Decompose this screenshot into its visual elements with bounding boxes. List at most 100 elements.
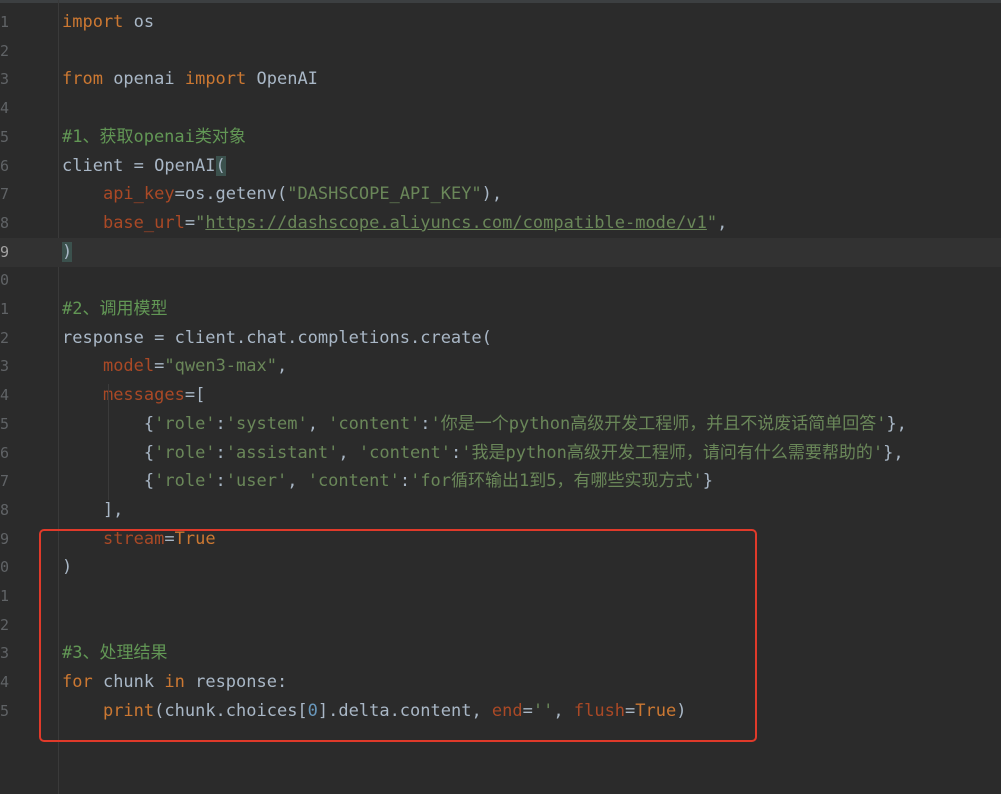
code-editor[interactable]: 1 import os 2 3 from openai import OpenAI 4 5 #… [0, 0, 1001, 794]
string-token: 'assistant' [225, 442, 339, 463]
line-number: 1 [0, 300, 10, 318]
code-token: }, [883, 442, 904, 463]
string-token: 'for循环输出1到5，有哪些实现方式' [410, 471, 703, 492]
code-line[interactable]: 9) [0, 237, 1001, 267]
line-number: 0 [0, 271, 10, 290]
code-token: , [287, 471, 308, 492]
line-number: 5 [0, 701, 10, 720]
line-code[interactable]: stream=True [62, 525, 216, 554]
string-token: '你是一个python高级开发工程师，并且不说废话简单回答' [430, 413, 887, 434]
code-token: (chunk.choices[ [154, 700, 308, 721]
string-token: 'content' [307, 471, 400, 492]
string-token: "DASHSCOPE_API_KEY" [287, 184, 482, 205]
line-number: 2 [0, 328, 10, 347]
code-line[interactable]: 2 [0, 37, 1001, 66]
line-number: 6 [0, 156, 10, 175]
string-token: '' [532, 700, 554, 721]
keyword-token: import [184, 69, 247, 90]
code-line[interactable]: 2 [0, 611, 1001, 640]
line-code[interactable]: #1、获取openai类对象 [62, 123, 246, 152]
line-code[interactable]: api_key=os.getenv("DASHSCOPE_API_KEY"), [62, 180, 502, 209]
code-line[interactable]: 9 stream=True [0, 525, 1001, 554]
code-line[interactable]: 4 for chunk in response: [0, 668, 1001, 697]
line-number: 9 [0, 529, 10, 548]
code-token: , [338, 442, 359, 463]
code-line[interactable]: 2 response = client.chat.completions.crea… [0, 324, 1001, 353]
code-line[interactable]: 3 #3、处理结果 [0, 639, 1001, 668]
code-token: : [420, 413, 431, 434]
matched-paren-token: ( [215, 155, 226, 176]
code-token: =[ [184, 385, 206, 406]
code-line[interactable]: 1 #2、调用模型 [0, 295, 1001, 324]
line-code[interactable]: from openai import OpenAI [62, 65, 318, 94]
code-token: : [215, 471, 226, 492]
code-line[interactable]: 1 import os [0, 8, 1001, 37]
keyword-token: True [635, 700, 677, 721]
code-line[interactable]: 1 [0, 582, 1001, 611]
url-token: https://dashscope.aliyuncs.com/compatibl… [205, 212, 707, 233]
code-line[interactable]: 5 {'role':'system', 'content':'你是一个pytho… [0, 410, 1001, 439]
line-number: 9 [0, 242, 10, 261]
code-token: ), [481, 184, 503, 205]
code-line[interactable]: 8 base_url="https://dashscope.aliyuncs.c… [0, 209, 1001, 238]
code-token: : [399, 471, 411, 492]
code-line[interactable]: 4 [0, 94, 1001, 123]
line-code[interactable]: client = OpenAI( [62, 152, 226, 181]
line-code[interactable]: response = client.chat.completions.creat… [62, 324, 492, 353]
comment-token: #2、调用模型 [62, 299, 168, 319]
line-code[interactable]: for chunk in response: [62, 668, 287, 697]
code-line[interactable]: 7 api_key=os.getenv("DASHSCOPE_API_KEY")… [0, 180, 1001, 209]
code-token: openai [102, 69, 185, 90]
line-code[interactable]: print(chunk.choices[0].delta.content, en… [62, 697, 687, 726]
code-token: ].delta.content, [317, 700, 492, 721]
line-code[interactable]: import os [62, 8, 154, 37]
code-token: OpenAI [246, 69, 318, 90]
code-token: , [553, 700, 574, 721]
line-code[interactable]: model="qwen3-max", [62, 352, 287, 381]
line-code[interactable]: ], [62, 496, 123, 525]
line-code[interactable]: base_url="https://dashscope.aliyuncs.com… [62, 209, 727, 238]
line-code[interactable]: {'role':'assistant', 'content':'我是python… [62, 439, 904, 468]
string-token: '我是python高级开发工程师，请问有什么需要帮助的' [461, 442, 884, 463]
code-line[interactable]: 5 print(chunk.choices[0].delta.content, … [0, 697, 1001, 726]
string-token: "qwen3-max" [164, 356, 277, 377]
code-line[interactable]: 5 #1、获取openai类对象 [0, 123, 1001, 152]
keyword-token: from [62, 69, 103, 90]
code-line[interactable]: 7 {'role':'user', 'content':'for循环输出1到5，… [0, 467, 1001, 496]
code-line[interactable]: 4 messages=[ [0, 381, 1001, 410]
line-code[interactable]: {'role':'user', 'content':'for循环输出1到5，有哪… [62, 467, 713, 496]
comment-token: #3、处理结果 [62, 643, 168, 664]
code-line[interactable]: 3 from openai import OpenAI [0, 65, 1001, 94]
line-code[interactable]: ) [62, 238, 73, 267]
line-code[interactable]: messages=[ [62, 381, 205, 410]
string-token: 'role' [154, 413, 216, 434]
line-code[interactable]: #3、处理结果 [62, 639, 167, 668]
line-code[interactable]: #2、调用模型 [62, 295, 167, 324]
code-line[interactable]: 0 [0, 266, 1001, 295]
indent-guide [108, 384, 109, 500]
code-token: =os.getenv( [174, 184, 288, 205]
code-line[interactable]: 6 client = OpenAI( [0, 152, 1001, 181]
line-code[interactable]: {'role':'system', 'content':'你是一个python高… [62, 410, 907, 439]
line-number: 4 [0, 673, 10, 692]
string-token: 'system' [225, 413, 308, 434]
code-line[interactable]: 6 {'role':'assistant', 'content':'我是pyth… [0, 439, 1001, 468]
code-token: = [184, 212, 196, 233]
line-number: 6 [0, 443, 10, 462]
line-number: 4 [0, 99, 10, 118]
code-token: }, [886, 413, 907, 434]
string-token: " [706, 212, 718, 233]
line-code[interactable]: ) [62, 553, 72, 582]
code-token: , [276, 356, 288, 377]
code-line[interactable]: 8 ], [0, 496, 1001, 525]
code-line[interactable]: 0) [0, 553, 1001, 582]
code-line[interactable]: 3 model="qwen3-max", [0, 352, 1001, 381]
line-number: 3 [0, 644, 10, 663]
string-token: 'content' [328, 413, 421, 434]
param-token: messages [102, 385, 185, 406]
